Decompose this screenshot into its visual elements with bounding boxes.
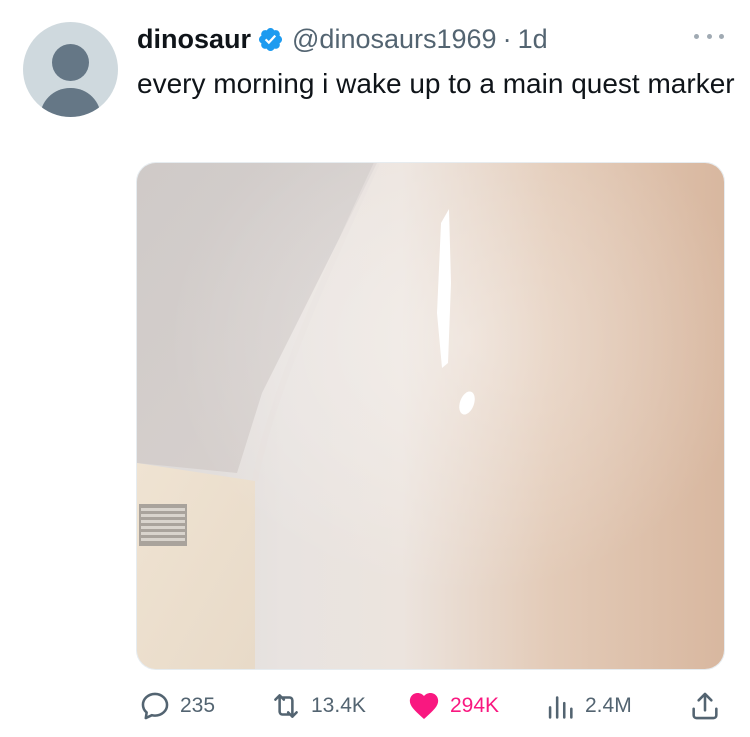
reply-count: 235 [180, 694, 216, 717]
retweet-count: 13.4K [311, 694, 366, 717]
like-button[interactable]: 294K [406, 688, 499, 724]
like-count: 294K [450, 694, 500, 717]
avatar-body [40, 88, 101, 117]
retweet-button[interactable]: 13.4K [269, 688, 366, 724]
more-dot [694, 33, 699, 39]
share-button[interactable] [688, 688, 730, 724]
author-name[interactable]: dinosaur [137, 24, 251, 55]
more-dot [706, 33, 712, 39]
author-handle[interactable]: @dinosaurs1969 [292, 24, 497, 55]
views-chart-icon [548, 696, 573, 719]
tweet-timestamp[interactable]: 1d [518, 24, 548, 55]
heart-icon [409, 692, 439, 720]
author-avatar[interactable] [23, 22, 118, 117]
views-count: 2.4M [585, 694, 632, 717]
retweet-icon [274, 694, 298, 718]
more-options-icon[interactable] [694, 24, 724, 48]
tweet-photo[interactable] [136, 162, 725, 670]
avatar-head [52, 44, 89, 81]
air-vent [139, 504, 187, 546]
tweet-text: every morning i wake up to a main quest … [137, 68, 735, 99]
reply-button[interactable]: 235 [138, 688, 215, 724]
views-button[interactable]: 2.4M [543, 688, 632, 724]
reply-icon [141, 692, 169, 720]
header-separator: · [502, 23, 512, 54]
verified-badge-icon [258, 27, 283, 51]
wall-corner-photo [137, 163, 724, 669]
tweet-actions: 235 13.4K 294K 2.4M [138, 688, 724, 724]
share-icon [692, 692, 718, 720]
tweet-header: dinosaur @dinosaurs1969 · 1d [137, 22, 548, 56]
more-dot [719, 33, 724, 39]
